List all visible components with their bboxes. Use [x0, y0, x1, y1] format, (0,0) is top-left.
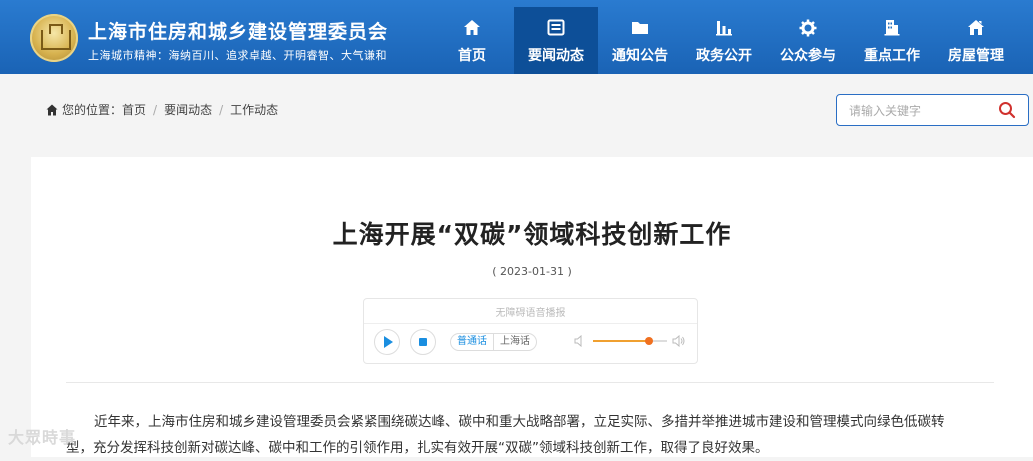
nav-label: 公众参与 — [780, 48, 836, 64]
stop-button[interactable] — [410, 329, 436, 355]
audio-player: 无障碍语音播报 普通话 上海话 — [363, 298, 698, 364]
nav-label: 通知公告 — [612, 48, 668, 64]
search-input[interactable] — [847, 101, 991, 121]
site-subtitle: 上海城市精神：海纳百川、追求卓越、开明睿智、大气谦和 — [88, 49, 387, 62]
search-icon[interactable] — [998, 101, 1016, 119]
breadcrumb-home[interactable]: 首页 — [122, 101, 146, 118]
site-header: 上海市住房和城乡建设管理委员会 上海城市精神：海纳百川、追求卓越、开明睿智、大气… — [0, 0, 1033, 74]
volume-fill — [593, 340, 649, 342]
nav-label: 首页 — [458, 48, 486, 64]
nav-housing[interactable]: 房屋管理 — [934, 7, 1018, 74]
volume-slider[interactable] — [593, 337, 667, 345]
building-icon — [882, 19, 902, 37]
site-title[interactable]: 上海市住房和城乡建设管理委员会 — [88, 17, 388, 44]
gear-icon — [798, 19, 818, 37]
home-icon — [462, 19, 482, 37]
folder-icon — [630, 19, 650, 37]
volume-knob[interactable] — [644, 337, 653, 345]
article-paragraph: 近年来，上海市住房和城乡建设管理委员会紧紧围绕碳达峰、碳中和重大战略部署，立足实… — [66, 414, 945, 456]
player-divider — [364, 323, 697, 324]
search-box — [836, 94, 1029, 126]
news-icon — [546, 19, 566, 37]
volume-up-icon[interactable] — [672, 335, 686, 347]
play-button[interactable] — [374, 329, 400, 355]
article-title: 上海开展“双碳”领域科技创新工作 — [332, 220, 732, 249]
player-title: 无障碍语音播报 — [495, 308, 566, 319]
house-icon — [966, 19, 986, 37]
breadcrumb-prefix: 您的位置： — [62, 103, 123, 117]
nav-key-work[interactable]: 重点工作 — [850, 7, 934, 74]
nav-label: 政务公开 — [696, 48, 752, 64]
nav-home[interactable]: 首页 — [430, 7, 514, 74]
logo-building-icon — [41, 24, 71, 50]
lang-shanghainese[interactable]: 上海话 — [493, 334, 536, 350]
breadcrumb-separator: / — [219, 102, 224, 117]
breadcrumb: 您的位置： 首页 / 要闻动态 / 工作动态 — [46, 101, 278, 118]
article-date: ( 2023-01-31 ) — [492, 265, 572, 278]
nav-public-participation[interactable]: 公众参与 — [766, 7, 850, 74]
volume-down-icon[interactable] — [574, 335, 586, 347]
content-divider — [66, 382, 994, 383]
lang-mandarin[interactable]: 普通话 — [451, 334, 493, 350]
language-switch: 普通话 上海话 — [450, 333, 537, 351]
nav-gov-affairs[interactable]: 政务公开 — [682, 7, 766, 74]
home-icon — [46, 104, 58, 115]
nav-news[interactable]: 要闻动态 — [514, 7, 598, 74]
chart-icon — [714, 19, 734, 37]
nav-label: 要闻动态 — [528, 48, 584, 64]
site-logo[interactable] — [30, 14, 78, 62]
nav-notices[interactable]: 通知公告 — [598, 7, 682, 74]
nav-label: 重点工作 — [864, 48, 920, 64]
breadcrumb-separator: / — [153, 102, 158, 117]
watermark: 大眾時事 — [8, 428, 77, 447]
article-card: 上海开展“双碳”领域科技创新工作 ( 2023-01-31 ) 无障碍语音播报 … — [31, 157, 1033, 457]
breadcrumb-news[interactable]: 要闻动态 — [164, 101, 212, 118]
breadcrumb-work-news[interactable]: 工作动态 — [230, 101, 278, 118]
main-nav: 首页 要闻动态 通知公告 政务公开 公众参与 重点工作 房屋管理 — [430, 7, 1018, 74]
nav-label: 房屋管理 — [948, 48, 1004, 64]
